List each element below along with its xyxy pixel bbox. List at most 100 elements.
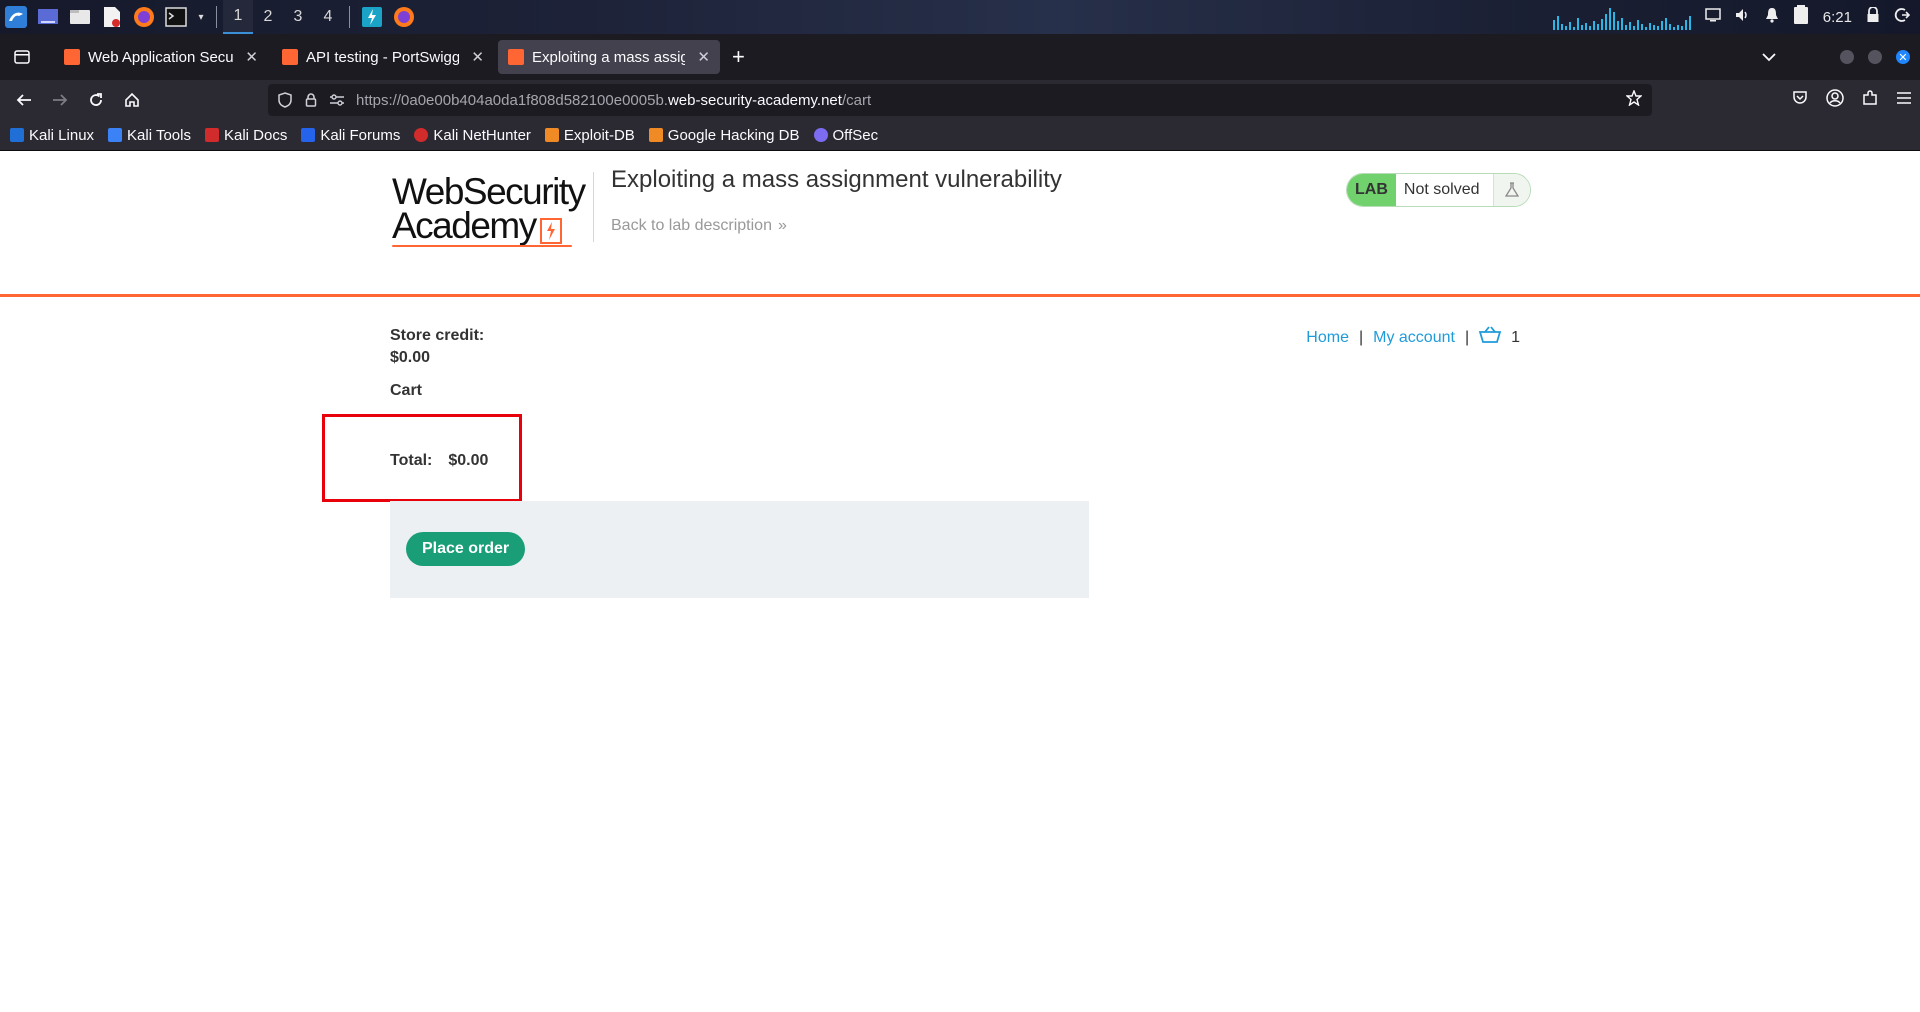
kali-forums-icon bbox=[301, 128, 316, 142]
header-divider bbox=[593, 172, 594, 242]
bookmark-kali-linux[interactable]: Kali Linux bbox=[10, 127, 94, 144]
bookmark-label: Kali Linux bbox=[29, 126, 95, 144]
chevron-down-icon[interactable]: ▾ bbox=[195, 4, 207, 30]
close-tab-icon[interactable]: ✕ bbox=[245, 48, 258, 66]
url-prefix: https://0a0e00b404a0da1f808d582100e0005b… bbox=[356, 91, 668, 109]
web-security-academy-logo[interactable]: WebSecurity Academy bbox=[392, 172, 592, 247]
top-navigation: Home | My account | 1 bbox=[1306, 326, 1520, 349]
bookmark-kali-docs[interactable]: Kali Docs bbox=[204, 127, 287, 144]
toolbar-icons bbox=[1792, 80, 1912, 120]
tab-web-application-security[interactable]: Web Application Security ✕ bbox=[54, 40, 268, 74]
lab-title: Exploiting a mass assignment vulnerabili… bbox=[611, 166, 1062, 193]
total-label: Total: bbox=[390, 452, 433, 469]
lab-status-text: Not solved bbox=[1395, 174, 1494, 206]
bookmark-label: OffSec bbox=[832, 126, 879, 144]
padlock-icon[interactable] bbox=[298, 93, 324, 107]
firefox-window-icon[interactable] bbox=[391, 4, 417, 30]
logo-bolt-icon bbox=[540, 218, 562, 244]
bookmark-label: Google Hacking DB bbox=[667, 126, 800, 144]
workspace-2[interactable]: 2 bbox=[253, 0, 283, 34]
kali-menu-icon[interactable] bbox=[3, 4, 29, 30]
back-to-lab-description-link[interactable]: Back to lab description » bbox=[611, 217, 787, 235]
close-tab-icon[interactable]: ✕ bbox=[471, 48, 484, 66]
workspace-3[interactable]: 3 bbox=[283, 0, 313, 34]
bookmark-kali-tools[interactable]: Kali Tools bbox=[108, 127, 191, 144]
notification-bell-icon[interactable] bbox=[1765, 7, 1779, 28]
logo-line-2: Academy bbox=[392, 205, 537, 246]
bookmark-google-hacking-db[interactable]: Google Hacking DB bbox=[648, 126, 800, 144]
lab-badge: LAB bbox=[1347, 174, 1396, 206]
cart-count[interactable]: 1 bbox=[1511, 329, 1520, 347]
back-link-label: Back to lab description bbox=[611, 217, 772, 234]
tracking-shield-icon[interactable] bbox=[272, 92, 298, 108]
account-icon[interactable] bbox=[1826, 88, 1844, 112]
bookmark-label: Kali NetHunter bbox=[433, 126, 531, 144]
ghdb-icon bbox=[648, 128, 663, 142]
firefox-view-icon[interactable] bbox=[4, 39, 40, 75]
home-button[interactable] bbox=[114, 82, 150, 118]
home-link[interactable]: Home bbox=[1306, 329, 1349, 347]
minimize-window-button[interactable] bbox=[1840, 50, 1854, 64]
browser-nav-bar: https://0a0e00b404a0da1f808d582100e0005b… bbox=[0, 80, 1920, 120]
address-bar[interactable]: https://0a0e00b404a0da1f808d582100e0005b… bbox=[268, 84, 1652, 116]
bookmark-offsec[interactable]: OffSec bbox=[813, 126, 879, 144]
desktop-icon[interactable] bbox=[35, 4, 61, 30]
volume-icon[interactable] bbox=[1735, 8, 1751, 27]
bookmarks-toolbar: Kali Linux Kali Tools Kali Docs Kali For… bbox=[0, 120, 1920, 151]
cpu-graph bbox=[1552, 4, 1691, 30]
bookmark-star-icon[interactable] bbox=[1625, 88, 1643, 111]
taskbar-separator bbox=[349, 6, 350, 28]
lab-status-widget: LAB Not solved bbox=[1346, 173, 1532, 207]
workspace-1[interactable]: 1 bbox=[223, 0, 253, 34]
tab-title: Exploiting a mass assignm bbox=[532, 48, 686, 66]
nav-separator: | bbox=[1464, 328, 1470, 346]
clock[interactable]: 6:21 bbox=[1823, 9, 1852, 26]
file-manager-icon[interactable] bbox=[67, 4, 93, 30]
close-window-button[interactable]: ✕ bbox=[1896, 50, 1910, 64]
kali-dragon-icon bbox=[10, 128, 24, 142]
workspace-4[interactable]: 4 bbox=[313, 0, 343, 34]
permissions-icon[interactable] bbox=[324, 94, 350, 106]
extensions-icon[interactable] bbox=[1862, 89, 1878, 111]
browser-tab-bar: Web Application Security ✕ API testing -… bbox=[0, 34, 1920, 80]
display-icon[interactable] bbox=[1705, 7, 1721, 27]
logo-underline bbox=[392, 245, 572, 247]
nav-separator: | bbox=[1358, 328, 1364, 346]
terminal-icon[interactable] bbox=[163, 4, 189, 30]
portswigger-favicon-icon bbox=[508, 49, 524, 65]
offsec-icon bbox=[813, 128, 828, 142]
close-tab-icon[interactable]: ✕ bbox=[697, 48, 710, 66]
tab-api-testing[interactable]: API testing - PortSwigger ✕ bbox=[272, 40, 494, 74]
text-editor-icon[interactable] bbox=[99, 4, 125, 30]
bookmark-exploit-db[interactable]: Exploit-DB bbox=[544, 127, 635, 144]
firefox-icon[interactable] bbox=[131, 4, 157, 30]
place-order-button[interactable]: Place order bbox=[406, 532, 526, 566]
tab-exploiting-mass-assignment[interactable]: Exploiting a mass assignm ✕ bbox=[498, 40, 720, 74]
tab-title: Web Application Security bbox=[88, 48, 234, 66]
reload-button[interactable] bbox=[78, 82, 114, 118]
kali-tools-icon bbox=[108, 128, 123, 142]
bookmark-kali-nethunter[interactable]: Kali NetHunter bbox=[414, 127, 531, 144]
bookmark-kali-forums[interactable]: Kali Forums bbox=[301, 127, 400, 144]
bookmark-label: Kali Forums bbox=[320, 126, 401, 144]
url-path: /cart bbox=[841, 91, 872, 109]
back-button[interactable] bbox=[6, 82, 42, 118]
battery-icon[interactable] bbox=[1793, 4, 1809, 30]
new-tab-button[interactable]: + bbox=[732, 44, 745, 70]
maximize-window-button[interactable] bbox=[1868, 50, 1882, 64]
my-account-link[interactable]: My account bbox=[1373, 329, 1455, 347]
bookmark-label: Kali Tools bbox=[127, 126, 191, 144]
logout-icon[interactable] bbox=[1894, 7, 1911, 28]
url-text[interactable]: https://0a0e00b404a0da1f808d582100e0005b… bbox=[356, 92, 871, 109]
tab-bar-controls: ✕ bbox=[1762, 34, 1910, 80]
forward-button[interactable] bbox=[42, 82, 78, 118]
taskbar-separator bbox=[216, 6, 217, 28]
menu-hamburger-icon[interactable] bbox=[1896, 91, 1912, 110]
list-all-tabs-icon[interactable] bbox=[1762, 49, 1776, 65]
url-domain: web-security-academy.net bbox=[667, 91, 842, 109]
cart-basket-icon[interactable] bbox=[1478, 326, 1502, 349]
pocket-icon[interactable] bbox=[1792, 90, 1808, 111]
system-taskbar: ▾ 1 2 3 4 6:21 bbox=[0, 0, 1920, 34]
burp-window-icon[interactable] bbox=[359, 4, 385, 30]
lock-icon[interactable] bbox=[1866, 5, 1880, 28]
